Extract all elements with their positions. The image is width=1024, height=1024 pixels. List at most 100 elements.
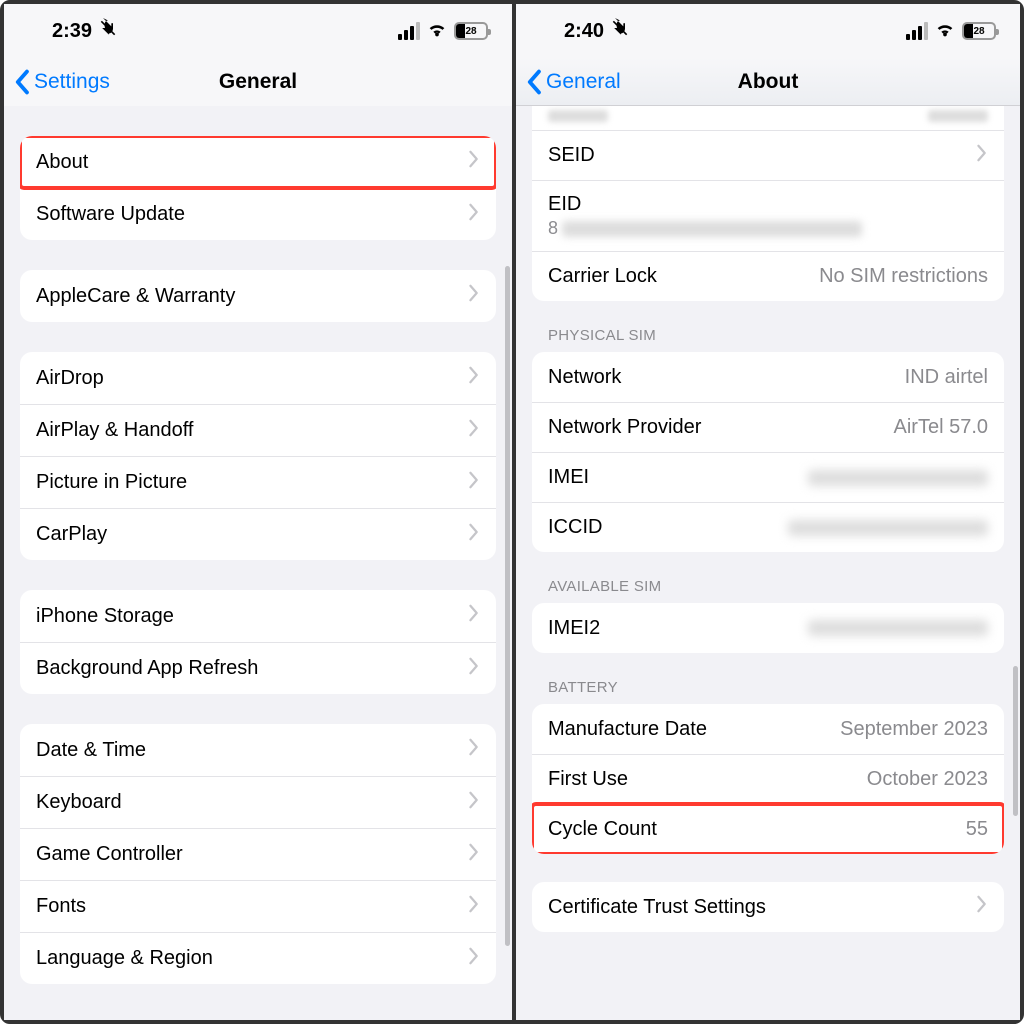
row-applecare[interactable]: AppleCare & Warranty [20, 270, 496, 322]
row-airplay[interactable]: AirPlay & Handoff [20, 404, 496, 456]
nav-bar: Settings General [4, 58, 512, 106]
battery-pct: 28 [964, 26, 994, 37]
row-label: Language & Region [36, 947, 213, 970]
row-date-time[interactable]: Date & Time [20, 724, 496, 776]
cellular-signal-icon [906, 22, 928, 40]
about-group-physical-sim: Network IND airtel Network Provider AirT… [532, 352, 1004, 552]
row-label: Manufacture Date [548, 718, 707, 741]
wifi-icon [934, 18, 956, 45]
row-partial [532, 106, 1004, 130]
settings-group: AppleCare & Warranty [20, 270, 496, 322]
chevron-right-icon [468, 366, 480, 390]
settings-group: Date & Time Keyboard Game Controller Fon… [20, 724, 496, 984]
row-language-region[interactable]: Language & Region [20, 932, 496, 984]
row-carrier-lock[interactable]: Carrier Lock No SIM restrictions [532, 251, 1004, 301]
row-eid[interactable]: EID 8 [532, 180, 1004, 251]
row-label: Picture in Picture [36, 471, 187, 494]
status-bar: 2:39 28 [4, 4, 512, 58]
settings-group: About Software Update [20, 136, 496, 240]
row-first-use[interactable]: First Use October 2023 [532, 754, 1004, 804]
row-iccid[interactable]: ICCID [532, 502, 1004, 552]
chevron-right-icon [468, 150, 480, 174]
about-screen: 2:40 28 General About [512, 4, 1020, 1020]
chevron-right-icon [468, 419, 480, 443]
row-network[interactable]: Network IND airtel [532, 352, 1004, 402]
row-airdrop[interactable]: AirDrop [20, 352, 496, 404]
back-label: General [546, 70, 621, 94]
about-group-cert: Certificate Trust Settings [532, 882, 1004, 932]
row-value: September 2023 [840, 718, 988, 741]
row-label: IMEI2 [548, 617, 600, 640]
row-label: AppleCare & Warranty [36, 285, 235, 308]
row-label: CarPlay [36, 523, 107, 546]
chevron-right-icon [468, 203, 480, 227]
chevron-right-icon [468, 895, 480, 919]
chevron-right-icon [976, 895, 988, 919]
row-pip[interactable]: Picture in Picture [20, 456, 496, 508]
status-time: 2:39 [52, 20, 92, 43]
row-value: 55 [966, 818, 988, 841]
row-label: Carrier Lock [548, 265, 657, 288]
row-label: AirDrop [36, 367, 104, 390]
about-group-battery: Manufacture Date September 2023 First Us… [532, 704, 1004, 854]
row-label: SEID [548, 144, 595, 167]
row-keyboard[interactable]: Keyboard [20, 776, 496, 828]
row-imei[interactable]: IMEI [532, 452, 1004, 502]
row-label: Certificate Trust Settings [548, 896, 766, 919]
status-left: 2:39 [52, 18, 118, 44]
scroll-indicator[interactable] [1013, 666, 1018, 816]
row-about[interactable]: About [20, 136, 496, 188]
row-iphone-storage[interactable]: iPhone Storage [20, 590, 496, 642]
settings-group: iPhone Storage Background App Refresh [20, 590, 496, 694]
row-cycle-count[interactable]: Cycle Count 55 [532, 804, 1004, 854]
row-manufacture-date[interactable]: Manufacture Date September 2023 [532, 704, 1004, 754]
section-header-battery: BATTERY [532, 653, 1004, 704]
row-label: iPhone Storage [36, 605, 174, 628]
chevron-right-icon [468, 947, 480, 971]
row-value: IND airtel [905, 366, 988, 389]
back-button[interactable]: Settings [14, 58, 110, 105]
row-game-controller[interactable]: Game Controller [20, 828, 496, 880]
status-right: 28 [398, 18, 488, 45]
settings-list: About Software Update AppleCare & Warran… [4, 106, 512, 1020]
chevron-right-icon [468, 523, 480, 547]
row-label: Background App Refresh [36, 657, 258, 680]
row-imei2[interactable]: IMEI2 [532, 603, 1004, 653]
row-seid[interactable]: SEID [532, 130, 1004, 180]
row-value: No SIM restrictions [819, 265, 988, 288]
row-background-app-refresh[interactable]: Background App Refresh [20, 642, 496, 694]
row-certificate-trust[interactable]: Certificate Trust Settings [532, 882, 1004, 932]
chevron-right-icon [976, 144, 988, 168]
page-title: General [219, 70, 297, 94]
row-label: Network Provider [548, 416, 701, 439]
eid-value: 8 [548, 218, 862, 239]
general-settings-screen: 2:39 28 Settings General [4, 4, 512, 1020]
battery-icon: 28 [454, 22, 488, 40]
cellular-signal-icon [398, 22, 420, 40]
chevron-right-icon [468, 738, 480, 762]
row-label: Network [548, 366, 621, 389]
row-software-update[interactable]: Software Update [20, 188, 496, 240]
redacted-value [808, 620, 988, 636]
about-list: SEID EID 8 Carrier Lock No SIM restricti… [516, 106, 1020, 1020]
row-label: ICCID [548, 516, 602, 539]
row-label: AirPlay & Handoff [36, 419, 194, 442]
status-time: 2:40 [564, 20, 604, 43]
row-carplay[interactable]: CarPlay [20, 508, 496, 560]
about-group-top: SEID EID 8 Carrier Lock No SIM restricti… [532, 106, 1004, 301]
row-network-provider[interactable]: Network Provider AirTel 57.0 [532, 402, 1004, 452]
row-label: Fonts [36, 895, 86, 918]
row-fonts[interactable]: Fonts [20, 880, 496, 932]
section-header-physical-sim: PHYSICAL SIM [532, 301, 1004, 352]
scroll-indicator[interactable] [505, 266, 510, 946]
chevron-right-icon [468, 284, 480, 308]
chevron-right-icon [468, 604, 480, 628]
about-group-available-sim: IMEI2 [532, 603, 1004, 653]
status-left: 2:40 [564, 18, 630, 44]
row-value: October 2023 [867, 768, 988, 791]
chevron-right-icon [468, 791, 480, 815]
row-label: About [36, 151, 88, 174]
back-button[interactable]: General [526, 58, 621, 105]
row-label: Keyboard [36, 791, 122, 814]
nav-bar: General About [516, 58, 1020, 106]
